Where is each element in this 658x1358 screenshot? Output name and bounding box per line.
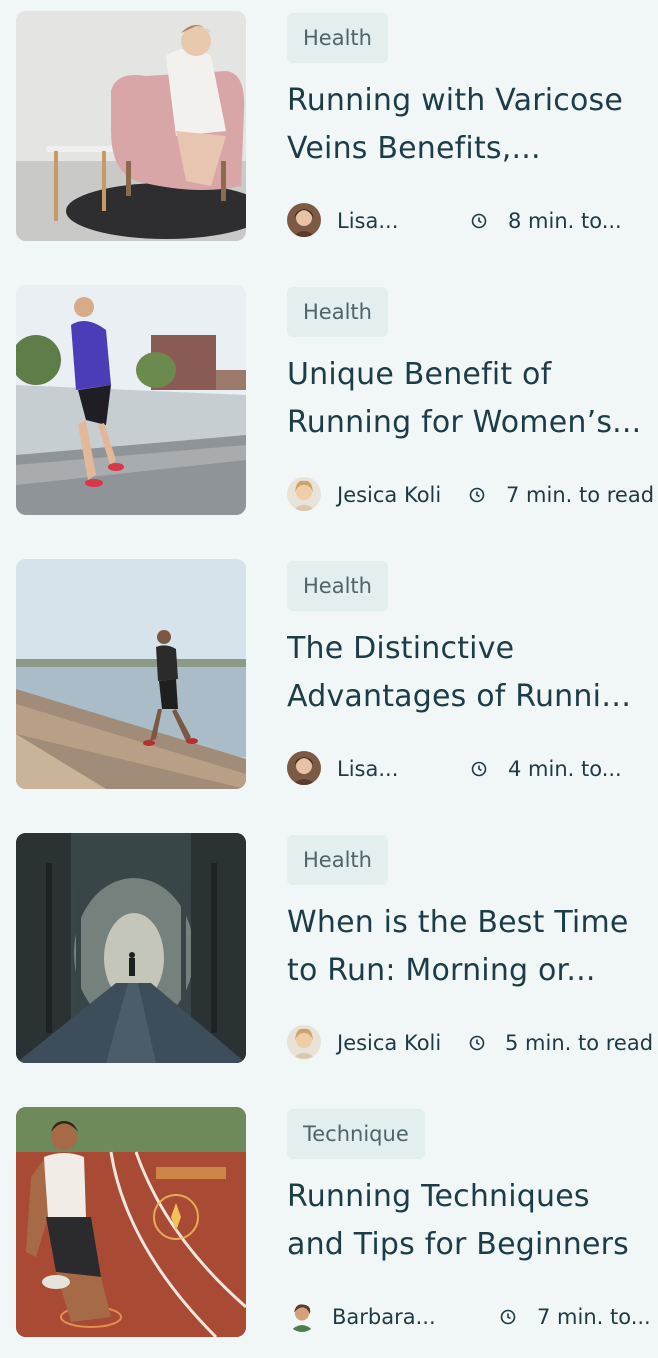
clock-icon — [499, 1308, 517, 1326]
article-title-line-1: Running with Varicose — [287, 83, 624, 118]
clock-icon — [470, 760, 488, 778]
clock-icon — [468, 1034, 486, 1052]
author-name[interactable]: Barbara... — [332, 1299, 436, 1335]
author-avatar — [287, 1302, 317, 1332]
article-list: Health Running with Varicose Veins Benef… — [0, 0, 658, 1358]
author-name[interactable]: Lisa... — [337, 751, 398, 787]
category-badge[interactable]: Technique — [287, 1109, 425, 1159]
article-meta: Jesica Koli 5 min. to read — [287, 1025, 658, 1061]
article-title-line-2: Veins Benefits,... — [287, 131, 541, 166]
author-avatar — [287, 477, 321, 511]
article-thumbnail[interactable] — [16, 559, 246, 789]
article-title-line-2: to Run: Morning or... — [287, 953, 596, 988]
article-title[interactable]: Running with Varicose Veins Benefits,... — [287, 77, 647, 177]
article-thumbnail[interactable] — [16, 11, 246, 241]
article-card[interactable]: Health Unique Benefit of Running for Wom… — [0, 285, 658, 515]
read-time: 8 min. to... — [508, 209, 622, 233]
read-time: 4 min. to... — [508, 757, 622, 781]
author-avatar — [287, 203, 321, 237]
category-badge[interactable]: Health — [287, 835, 388, 885]
read-time: 7 min. to read — [506, 483, 655, 507]
article-meta: Lisa... 8 min. to... — [287, 203, 658, 239]
read-time: 5 min. to read — [505, 1031, 654, 1055]
article-card[interactable]: Health Running with Varicose Veins Benef… — [0, 11, 658, 241]
article-title-line-1: Running Techniques — [287, 1179, 590, 1214]
article-meta: Jesica Koli 7 min. to read — [287, 477, 658, 513]
article-meta: Lisa... 4 min. to... — [287, 751, 658, 787]
author-name[interactable]: Jesica Koli — [337, 1025, 441, 1061]
author-name[interactable]: Lisa... — [337, 203, 398, 239]
author-avatar — [287, 1025, 321, 1059]
article-card[interactable]: Health When is the Best Time to Run: Mor… — [0, 833, 658, 1063]
clock-icon — [468, 486, 486, 504]
article-title-line-1: Unique Benefit of — [287, 357, 552, 392]
article-title[interactable]: The Distinctive Advantages of Runnin... — [287, 625, 647, 725]
article-thumbnail[interactable] — [16, 1107, 246, 1337]
author-name[interactable]: Jesica Koli — [337, 477, 441, 513]
article-card[interactable]: Health The Distinctive Advantages of Run… — [0, 559, 658, 789]
article-title-line-2: and Tips for Beginners — [287, 1227, 629, 1262]
article-title-line-2: Running for Women’s... — [287, 405, 642, 440]
article-title[interactable]: When is the Best Time to Run: Morning or… — [287, 899, 647, 999]
article-title-line-1: The Distinctive — [287, 631, 515, 666]
article-title[interactable]: Running Techniques and Tips for Beginner… — [287, 1173, 647, 1273]
article-title-line-1: When is the Best Time — [287, 905, 629, 940]
category-badge[interactable]: Health — [287, 13, 388, 63]
article-thumbnail[interactable] — [16, 285, 246, 515]
article-title[interactable]: Unique Benefit of Running for Women’s... — [287, 351, 647, 451]
article-card[interactable]: Technique Running Techniques and Tips fo… — [0, 1107, 658, 1337]
category-badge[interactable]: Health — [287, 287, 388, 337]
category-badge[interactable]: Health — [287, 561, 388, 611]
article-meta: Barbara... 7 min. to... — [287, 1299, 658, 1335]
article-title-line-2: Advantages of Runnin... — [287, 679, 647, 714]
article-thumbnail[interactable] — [16, 833, 246, 1063]
clock-icon — [470, 212, 488, 230]
read-time: 7 min. to... — [537, 1305, 651, 1329]
author-avatar — [287, 751, 321, 785]
